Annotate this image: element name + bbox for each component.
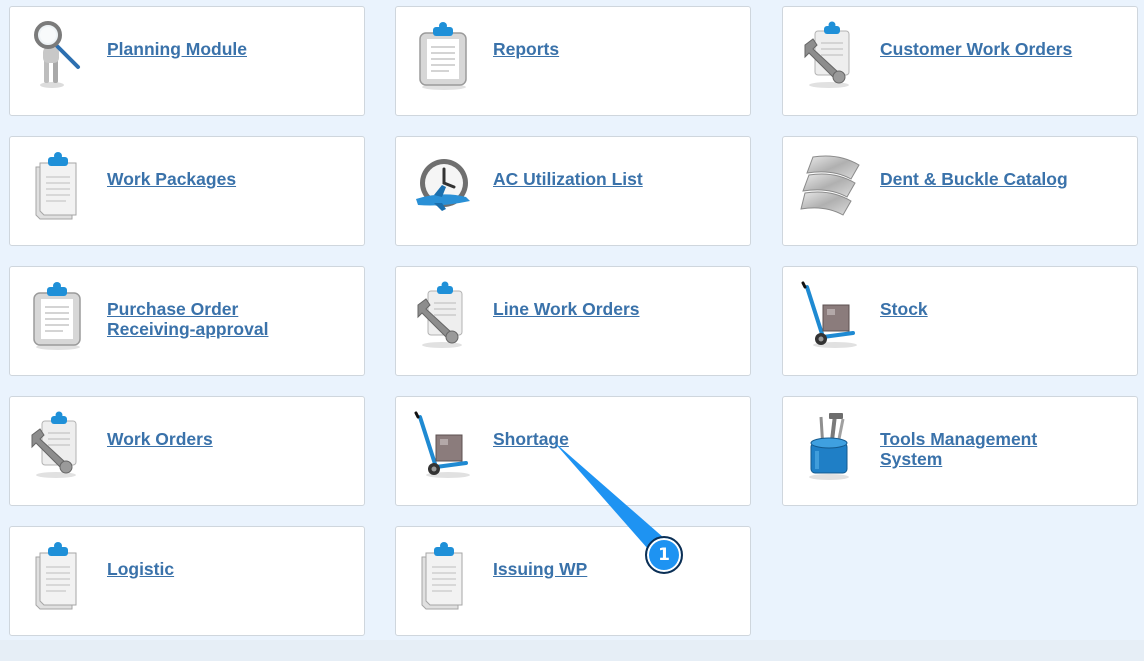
clock-airplane-icon: [412, 149, 476, 221]
documents-clipboard-icon: [26, 149, 90, 221]
tile-dent-buckle-catalog[interactable]: Dent & Buckle Catalog: [782, 136, 1138, 246]
tile-stock[interactable]: Stock: [782, 266, 1138, 376]
logistic-link[interactable]: Logistic: [107, 559, 337, 579]
clipboard-icon: [26, 279, 90, 351]
tile-shortage[interactable]: Shortage: [395, 396, 751, 506]
purchase-order-receiving-link[interactable]: Purchase Order Receiving-approval: [107, 299, 307, 339]
tile-work-orders[interactable]: Work Orders: [9, 396, 365, 506]
wrench-clipboard-icon: [26, 409, 90, 481]
reports-link[interactable]: Reports: [493, 39, 723, 59]
planning-module-link[interactable]: Planning Module: [107, 39, 337, 59]
magnifier-person-icon: [26, 19, 90, 91]
tools-management-system-link[interactable]: Tools Management System: [880, 429, 1060, 469]
hand-truck-icon: [799, 279, 863, 351]
tile-ac-utilization-list[interactable]: AC Utilization List: [395, 136, 751, 246]
hand-truck-icon: [412, 409, 476, 481]
metal-sheets-icon: [799, 149, 863, 221]
line-work-orders-link[interactable]: Line Work Orders: [493, 299, 723, 319]
toolbox-icon: [799, 409, 863, 481]
tile-issuing-wp[interactable]: Issuing WP: [395, 526, 751, 636]
tile-tools-management-system[interactable]: Tools Management System: [782, 396, 1138, 506]
tile-reports[interactable]: Reports: [395, 6, 751, 116]
wrench-clipboard-icon: [799, 19, 863, 91]
customer-work-orders-link[interactable]: Customer Work Orders: [880, 39, 1110, 59]
tile-logistic[interactable]: Logistic: [9, 526, 365, 636]
documents-clipboard-icon: [412, 539, 476, 611]
wrench-clipboard-icon: [412, 279, 476, 351]
ac-utilization-list-link[interactable]: AC Utilization List: [493, 169, 723, 189]
issuing-wp-link[interactable]: Issuing WP: [493, 559, 723, 579]
shortage-link[interactable]: Shortage: [493, 429, 723, 449]
tile-work-packages[interactable]: Work Packages: [9, 136, 365, 246]
tile-planning-module[interactable]: Planning Module: [9, 6, 365, 116]
stock-link[interactable]: Stock: [880, 299, 1110, 319]
clipboard-icon: [412, 19, 476, 91]
tile-purchase-order-receiving[interactable]: Purchase Order Receiving-approval: [9, 266, 365, 376]
tile-customer-work-orders[interactable]: Customer Work Orders: [782, 6, 1138, 116]
work-orders-link[interactable]: Work Orders: [107, 429, 337, 449]
documents-clipboard-icon: [26, 539, 90, 611]
step-badge: 1: [645, 536, 683, 574]
tile-line-work-orders[interactable]: Line Work Orders: [395, 266, 751, 376]
dent-buckle-catalog-link[interactable]: Dent & Buckle Catalog: [880, 169, 1110, 189]
footer-band: [0, 640, 1144, 661]
work-packages-link[interactable]: Work Packages: [107, 169, 337, 189]
